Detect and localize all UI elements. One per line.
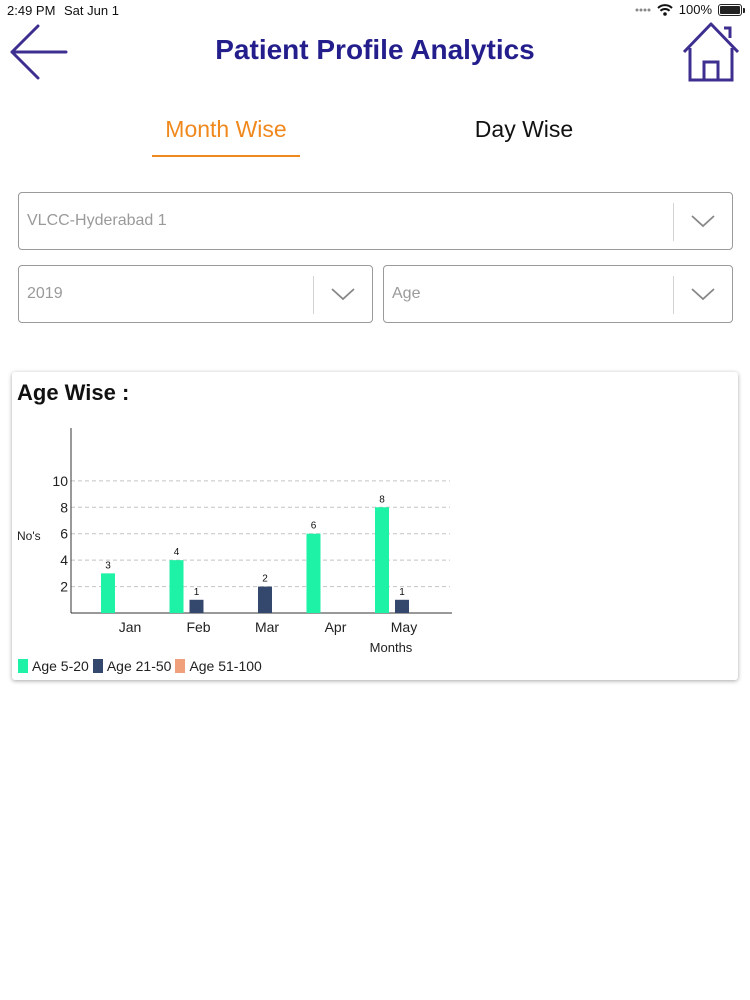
data-label: 1	[399, 587, 405, 598]
legend-swatch	[18, 659, 28, 673]
legend-item: Age 21-50	[92, 658, 172, 674]
home-button[interactable]	[680, 20, 742, 84]
dropdown-divider	[673, 276, 674, 314]
chart-legend: Age 5-20 Age 21-50 Age 51-100	[18, 658, 266, 674]
legend-item: Age 5-20	[18, 658, 89, 674]
data-label: 1	[194, 587, 200, 598]
y-tick-label: 8	[60, 499, 68, 515]
chart-card: Age Wise : 2 4 6 8 10 No's Months Jan 3 Feb 4 1 Mar 2…	[12, 372, 738, 680]
legend-swatch	[92, 659, 103, 673]
year-dropdown[interactable]: 2019	[18, 265, 373, 323]
data-label: 2	[262, 574, 268, 585]
chevron-down-icon	[691, 215, 715, 228]
bar-age-21-50-mar	[258, 586, 272, 613]
status-bar: 2:49 PM Sat Jun 1 100%	[0, 0, 750, 22]
data-label: 4	[174, 547, 180, 558]
bar-age-5-20-may	[375, 507, 389, 613]
y-tick-label: 2	[60, 579, 68, 595]
legend-swatch	[175, 659, 186, 673]
status-time: 2:49 PM	[7, 3, 56, 18]
x-axis-label: Months	[370, 640, 413, 655]
tab-month-wise[interactable]: Month Wise	[152, 116, 300, 143]
x-tick-label: Jan	[119, 619, 142, 635]
legend-label: Age 5-20	[32, 658, 89, 674]
y-tick-label: 4	[60, 552, 68, 568]
category-dropdown-value: Age	[392, 285, 421, 302]
bar-age-5-20-apr	[306, 533, 321, 613]
status-date: Sat Jun 1	[64, 3, 119, 18]
legend-label: Age 51-100	[189, 658, 262, 674]
data-label: 6	[311, 521, 317, 532]
bar-age-21-50-feb	[189, 599, 204, 613]
home-icon	[682, 22, 740, 82]
y-tick-label: 6	[60, 526, 68, 542]
x-tick-label: Mar	[255, 619, 279, 635]
data-label: 3	[105, 560, 111, 571]
x-tick-label: May	[391, 619, 417, 635]
center-dropdown-value: VLCC-Hyderabad 1	[27, 212, 167, 229]
dropdown-divider	[673, 203, 674, 241]
battery-icon	[718, 3, 745, 16]
y-tick-label: 10	[52, 473, 68, 489]
legend-item: Age 51-100	[175, 658, 262, 674]
bar-chart: 2 4 6 8 10 No's Months Jan 3 Feb 4 1 Mar 2 Apr 6 May 8 1	[17, 428, 452, 655]
category-dropdown[interactable]: Age	[383, 265, 733, 323]
data-label: 8	[379, 494, 385, 505]
bar-age-5-20-jan	[101, 573, 115, 613]
center-dropdown[interactable]: VLCC-Hyderabad 1	[18, 192, 733, 250]
y-axis-label: No's	[17, 529, 41, 543]
chevron-down-icon	[691, 288, 715, 301]
year-dropdown-value: 2019	[27, 285, 63, 302]
cellular-dots-icon	[635, 8, 651, 11]
active-tab-indicator	[152, 155, 300, 157]
x-tick-label: Apr	[325, 619, 347, 635]
bar-age-21-50-may	[395, 599, 409, 613]
wifi-icon	[657, 3, 673, 16]
page-title: Patient Profile Analytics	[215, 34, 535, 65]
tab-day-wise[interactable]: Day Wise	[452, 116, 596, 143]
bar-age-5-20-feb	[169, 560, 184, 613]
chevron-down-icon	[331, 288, 355, 301]
x-tick-label: Feb	[186, 619, 210, 635]
battery-percent: 100%	[678, 2, 712, 17]
dropdown-divider	[313, 276, 314, 314]
legend-label: Age 21-50	[106, 658, 172, 674]
status-right: 100%	[635, 2, 745, 17]
